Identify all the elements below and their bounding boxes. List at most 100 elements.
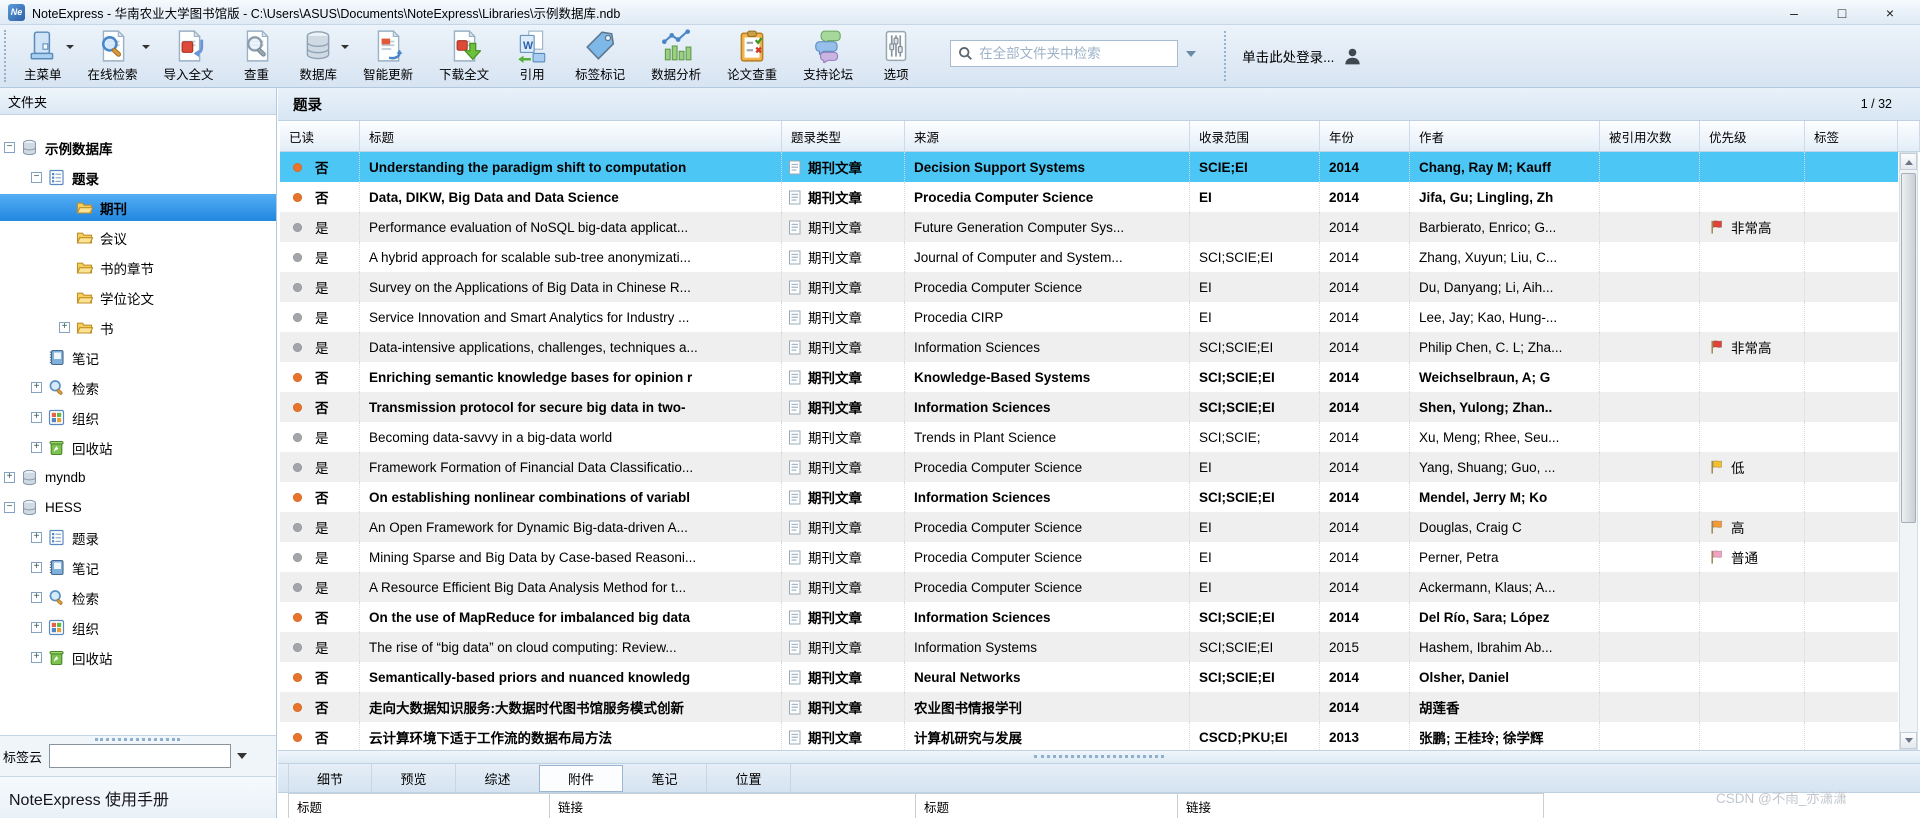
- tree-expander-plus[interactable]: +: [31, 382, 42, 393]
- tree-item[interactable]: + 检索: [0, 374, 276, 401]
- toolbar-button-options[interactable]: 选项: [866, 25, 926, 85]
- tree-item[interactable]: 学位论文: [0, 284, 276, 311]
- column-header[interactable]: 优先级: [1700, 121, 1805, 151]
- maximize-button[interactable]: □: [1818, 0, 1866, 25]
- table-row[interactable]: 否 Transmission protocol for secure big da…: [280, 392, 1898, 422]
- detail-tab[interactable]: 预览: [372, 764, 456, 792]
- tree-expander-plus[interactable]: +: [31, 652, 42, 663]
- tree-item[interactable]: 期刊: [0, 194, 276, 221]
- tree-expander-minus[interactable]: −: [31, 172, 42, 183]
- search-input[interactable]: [979, 46, 1174, 61]
- tree-expander-plus[interactable]: +: [31, 622, 42, 633]
- tree-item[interactable]: + 回收站: [0, 644, 276, 671]
- detail-tab[interactable]: 笔记: [623, 764, 707, 792]
- toolbar-button-download-fulltext[interactable]: 下载全文: [426, 25, 502, 85]
- tree-item[interactable]: + myndb: [0, 464, 276, 491]
- toolbar-button-database[interactable]: 数据库: [287, 25, 351, 85]
- tree-item[interactable]: + 题录: [0, 524, 276, 551]
- tag-cloud-dropdown-button[interactable]: [231, 744, 253, 768]
- tree-item[interactable]: 笔记: [0, 344, 276, 371]
- tree-item[interactable]: 会议: [0, 224, 276, 251]
- tree-expander-plus[interactable]: +: [31, 532, 42, 543]
- close-button[interactable]: ×: [1866, 0, 1914, 25]
- tree-item[interactable]: + 回收站: [0, 434, 276, 461]
- table-row[interactable]: 是 Service Innovation and Smart Analytics …: [280, 302, 1898, 332]
- column-header[interactable]: 已读: [280, 121, 360, 151]
- table-row[interactable]: 是 A hybrid approach for scalable sub-tree…: [280, 242, 1898, 272]
- scrollbar-thumb[interactable]: [1901, 173, 1916, 523]
- tree-expander-plus[interactable]: +: [31, 592, 42, 603]
- login-area[interactable]: 单击此处登录...: [1242, 46, 1362, 66]
- toolbar-button-data-analysis[interactable]: 数据分析: [638, 25, 714, 85]
- tree-expander-plus[interactable]: +: [31, 442, 42, 453]
- table-row[interactable]: 否 Data, DIKW, Big Data and Data Science 期刊…: [280, 182, 1898, 212]
- tree-expander-minus[interactable]: −: [4, 502, 15, 513]
- toolbar-button-forum[interactable]: 支持论坛: [790, 25, 866, 85]
- toolbar-grip[interactable]: [4, 30, 8, 82]
- table-row[interactable]: 否 Semantically-based priors and nuanced k…: [280, 662, 1898, 692]
- table-row[interactable]: 是 Mining Sparse and Big Data by Case-base…: [280, 542, 1898, 572]
- scroll-up-button[interactable]: [1900, 153, 1917, 170]
- detail-tab[interactable]: 细节: [288, 764, 372, 792]
- tree-item[interactable]: − 题录: [0, 164, 276, 191]
- toolbar-button-dedupe[interactable]: 查重: [227, 25, 287, 85]
- minimize-button[interactable]: –: [1770, 0, 1818, 25]
- column-header[interactable]: 被引用次数: [1600, 121, 1700, 151]
- horizontal-splitter[interactable]: [278, 750, 1920, 764]
- tree-item[interactable]: + 检索: [0, 584, 276, 611]
- table-row[interactable]: 否 On establishing nonlinear combinations …: [280, 482, 1898, 512]
- search-dropdown-button[interactable]: [1178, 40, 1204, 67]
- table-row[interactable]: 是 Framework Formation of Financial Data C…: [280, 452, 1898, 482]
- table-row[interactable]: 否 Enriching semantic knowledge bases for …: [280, 362, 1898, 392]
- tree-item[interactable]: − HESS: [0, 494, 276, 521]
- table-row[interactable]: 否 云计算环境下适于工作流的数据布局方法 期刊文章 计算机研究与发展 CSCD;PKU;…: [280, 722, 1898, 750]
- table-row[interactable]: 是 Data-intensive applications, challenges…: [280, 332, 1898, 362]
- tree-expander-plus[interactable]: +: [31, 562, 42, 573]
- tree-item[interactable]: + 笔记: [0, 554, 276, 581]
- column-header[interactable]: 作者: [1410, 121, 1600, 151]
- tree-expander-plus[interactable]: +: [31, 412, 42, 423]
- table-row[interactable]: 是 An Open Framework for Dynamic Big-data-…: [280, 512, 1898, 542]
- toolbar-button-tag-mark[interactable]: 标签标记: [562, 25, 638, 85]
- column-header[interactable]: 题录类型: [782, 121, 905, 151]
- table-row[interactable]: 否 走向大数据知识服务:大数据时代图书馆服务模式创新 期刊文章 农业图书情报学刊 201…: [280, 692, 1898, 722]
- tree-item[interactable]: + 组织: [0, 614, 276, 641]
- vertical-scrollbar[interactable]: [1899, 152, 1918, 750]
- tree-expander-minus[interactable]: −: [4, 142, 15, 153]
- splitter-grip[interactable]: [95, 738, 180, 741]
- table-row[interactable]: 否 On the use of MapReduce for imbalanced …: [280, 602, 1898, 632]
- manual-link[interactable]: NoteExpress 使用手册: [9, 786, 169, 810]
- table-row[interactable]: 是 Performance evaluation of NoSQL big-dat…: [280, 212, 1898, 242]
- table-row[interactable]: 否 Understanding the paradigm shift to com…: [280, 152, 1898, 182]
- toolbar-button-main-menu[interactable]: 主菜单: [11, 25, 75, 85]
- column-header[interactable]: 年份: [1320, 121, 1410, 151]
- column-header[interactable]: 标题: [360, 121, 782, 151]
- toolbar-button-import-fulltext[interactable]: 导入全文: [151, 25, 227, 85]
- splitter-grip[interactable]: [1034, 755, 1164, 758]
- tree-item[interactable]: − 示例数据库: [0, 134, 276, 161]
- table-row[interactable]: 是 Becoming data-savvy in a big-data world…: [280, 422, 1898, 452]
- attachment-column-header[interactable]: 链接: [1178, 793, 1544, 818]
- column-header[interactable]: 收录范围: [1190, 121, 1320, 151]
- attachment-column-header[interactable]: 标题: [916, 793, 1178, 818]
- detail-tab[interactable]: 附件: [539, 765, 623, 792]
- table-row[interactable]: 是 A Resource Efficient Big Data Analysis …: [280, 572, 1898, 602]
- scroll-down-button[interactable]: [1900, 732, 1917, 749]
- tree-item[interactable]: 书的章节: [0, 254, 276, 281]
- toolbar-button-online-search[interactable]: 在线检索: [75, 25, 151, 85]
- detail-tab[interactable]: 位置: [707, 764, 791, 792]
- toolbar-button-paper-check[interactable]: 论文查重: [714, 25, 790, 85]
- toolbar-button-cite[interactable]: W 引用: [502, 25, 562, 85]
- table-row[interactable]: 是 The rise of “big data” on cloud computi…: [280, 632, 1898, 662]
- attachment-column-header[interactable]: 标题: [288, 793, 550, 818]
- tree-expander-plus[interactable]: +: [59, 322, 70, 333]
- tag-cloud-input[interactable]: [49, 744, 232, 768]
- table-row[interactable]: 是 Survey on the Applications of Big Data …: [280, 272, 1898, 302]
- toolbar-button-smart-update[interactable]: 智能更新: [350, 25, 426, 85]
- column-header[interactable]: 标签: [1805, 121, 1898, 151]
- tree-expander-plus[interactable]: +: [4, 472, 15, 483]
- detail-tab[interactable]: 综述: [456, 764, 540, 792]
- attachment-column-header[interactable]: 链接: [550, 793, 916, 818]
- tree-item[interactable]: + 组织: [0, 404, 276, 431]
- tree-item[interactable]: + 书: [0, 314, 276, 341]
